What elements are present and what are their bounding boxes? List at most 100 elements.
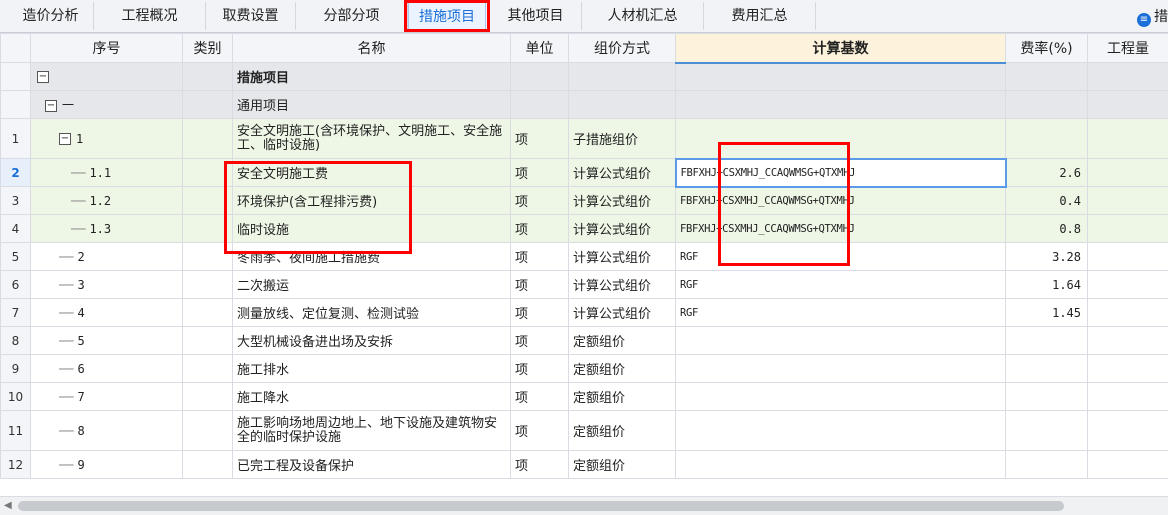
table-row[interactable]: 10 ── 7 施工降水 项 定额组价 bbox=[0, 382, 1168, 411]
method-cell[interactable]: 定额组价 bbox=[568, 326, 676, 355]
unit-cell[interactable]: 项 bbox=[510, 298, 569, 327]
method-cell[interactable]: 子措施组价 bbox=[568, 118, 676, 159]
tab-sub-items[interactable]: 分部分项 bbox=[296, 2, 408, 30]
collapse-icon[interactable]: − bbox=[59, 133, 71, 145]
collapse-icon[interactable]: − bbox=[45, 99, 57, 112]
seq-cell[interactable]: ── 3 bbox=[30, 270, 183, 299]
name-cell[interactable]: 安全文明施工费 bbox=[232, 158, 511, 187]
table-row[interactable]: 2 ── 1.1 安全文明施工费 项 计算公式组价 FBFXHJ+CSXMHJ_C… bbox=[0, 157, 1168, 188]
rate-cell[interactable] bbox=[1005, 90, 1088, 119]
horizontal-scrollbar[interactable]: ◀ bbox=[0, 496, 1168, 515]
seq-cell[interactable]: ── 7 bbox=[30, 382, 183, 411]
base-cell[interactable] bbox=[675, 62, 1006, 91]
name-cell[interactable]: 测量放线、定位复测、检测试验 bbox=[232, 298, 511, 327]
unit-cell[interactable]: 项 bbox=[510, 382, 569, 411]
col-unit[interactable]: 单位 bbox=[510, 33, 569, 63]
method-cell[interactable]: 计算公式组价 bbox=[568, 186, 676, 215]
table-row[interactable]: 9 ── 6 施工排水 项 定额组价 bbox=[0, 354, 1168, 383]
method-cell[interactable]: 定额组价 bbox=[568, 354, 676, 383]
name-cell[interactable]: 临时设施 bbox=[232, 214, 511, 243]
base-cell[interactable] bbox=[675, 118, 1006, 159]
type-cell[interactable] bbox=[182, 242, 233, 271]
col-method[interactable]: 组价方式 bbox=[568, 33, 676, 63]
table-row[interactable]: − 一 通用项目 bbox=[0, 90, 1168, 119]
table-row[interactable]: − 措施项目 bbox=[0, 62, 1168, 91]
type-cell[interactable] bbox=[182, 382, 233, 411]
unit-cell[interactable]: 项 bbox=[510, 354, 569, 383]
unit-cell[interactable]: 项 bbox=[510, 326, 569, 355]
seq-cell[interactable]: ── 8 bbox=[30, 410, 183, 451]
seq-cell[interactable]: − bbox=[30, 62, 183, 91]
method-cell[interactable]: 计算公式组价 bbox=[568, 270, 676, 299]
unit-cell[interactable]: 项 bbox=[510, 270, 569, 299]
table-row[interactable]: 3 ── 1.2 环境保护(含工程排污费) 项 计算公式组价 FBFXHJ+CSX… bbox=[0, 186, 1168, 215]
name-cell[interactable]: 措施项目 bbox=[232, 62, 511, 91]
unit-cell[interactable]: 项 bbox=[510, 186, 569, 215]
tab-cost-analysis[interactable]: 造价分析 bbox=[8, 2, 94, 30]
base-cell[interactable] bbox=[675, 354, 1006, 383]
qty-cell[interactable] bbox=[1087, 242, 1168, 271]
unit-cell[interactable]: 项 bbox=[510, 118, 569, 159]
name-cell[interactable]: 施工排水 bbox=[232, 354, 511, 383]
tab-project-overview[interactable]: 工程概况 bbox=[94, 2, 206, 30]
table-row[interactable]: 4 ── 1.3 临时设施 项 计算公式组价 FBFXHJ+CSXMHJ_CCAQ… bbox=[0, 214, 1168, 243]
qty-cell[interactable] bbox=[1087, 326, 1168, 355]
qty-cell[interactable] bbox=[1087, 354, 1168, 383]
col-seq[interactable]: 序号 bbox=[30, 33, 183, 63]
seq-cell[interactable]: ── 9 bbox=[30, 450, 183, 479]
tab-measure-items[interactable]: 措施项目 bbox=[408, 2, 486, 30]
unit-cell[interactable]: 项 bbox=[510, 158, 569, 187]
rate-cell[interactable] bbox=[1005, 326, 1088, 355]
seq-cell[interactable]: −1 bbox=[30, 118, 183, 159]
base-cell[interactable] bbox=[675, 326, 1006, 355]
base-cell[interactable] bbox=[675, 450, 1006, 479]
rate-cell[interactable] bbox=[1005, 410, 1088, 451]
type-cell[interactable] bbox=[182, 90, 233, 119]
rate-cell[interactable]: 0.4 bbox=[1005, 186, 1088, 215]
name-cell[interactable]: 施工降水 bbox=[232, 382, 511, 411]
tab-fee-settings[interactable]: 取费设置 bbox=[206, 2, 296, 30]
method-cell[interactable]: 计算公式组价 bbox=[568, 242, 676, 271]
seq-cell[interactable]: ── 6 bbox=[30, 354, 183, 383]
type-cell[interactable] bbox=[182, 118, 233, 159]
rate-cell[interactable]: 2.6 bbox=[1005, 158, 1088, 187]
seq-cell[interactable]: ── 4 bbox=[30, 298, 183, 327]
rate-cell[interactable] bbox=[1005, 62, 1088, 91]
unit-cell[interactable] bbox=[510, 90, 569, 119]
qty-cell[interactable] bbox=[1087, 118, 1168, 159]
type-cell[interactable] bbox=[182, 410, 233, 451]
method-cell[interactable]: 计算公式组价 bbox=[568, 298, 676, 327]
tab-labor-material-summary[interactable]: 人材机汇总 bbox=[582, 2, 704, 30]
table-row[interactable]: 1 −1 安全文明施工(含环境保护、文明施工、安全施工、临时设施) 项 子措施组… bbox=[0, 118, 1168, 159]
type-cell[interactable] bbox=[182, 450, 233, 479]
col-qty[interactable]: 工程量 bbox=[1087, 33, 1168, 63]
type-cell[interactable] bbox=[182, 326, 233, 355]
qty-cell[interactable] bbox=[1087, 158, 1168, 187]
name-cell[interactable]: 安全文明施工(含环境保护、文明施工、安全施工、临时设施) bbox=[232, 118, 511, 159]
table-row[interactable]: 5 ── 2 冬雨季、夜间施工措施费 项 计算公式组价 RGF 3.28 bbox=[0, 242, 1168, 271]
base-cell[interactable]: RGF bbox=[675, 298, 1006, 327]
method-cell[interactable]: 定额组价 bbox=[568, 450, 676, 479]
name-cell[interactable]: 环境保护(含工程排污费) bbox=[232, 186, 511, 215]
type-cell[interactable] bbox=[182, 354, 233, 383]
rate-cell[interactable] bbox=[1005, 382, 1088, 411]
type-cell[interactable] bbox=[182, 298, 233, 327]
rate-cell[interactable]: 0.8 bbox=[1005, 214, 1088, 243]
unit-cell[interactable] bbox=[510, 62, 569, 91]
qty-cell[interactable] bbox=[1087, 186, 1168, 215]
name-cell[interactable]: 冬雨季、夜间施工措施费 bbox=[232, 242, 511, 271]
base-cell-selected[interactable]: FBFXHJ+CSXMHJ_CCAQWMSG+QTXMHJ bbox=[674, 157, 1007, 188]
qty-cell[interactable] bbox=[1087, 382, 1168, 411]
base-cell[interactable]: RGF bbox=[675, 242, 1006, 271]
seq-cell[interactable]: ── 1.2 bbox=[30, 186, 183, 215]
qty-cell[interactable] bbox=[1087, 90, 1168, 119]
method-cell[interactable]: 计算公式组价 bbox=[568, 158, 676, 187]
type-cell[interactable] bbox=[182, 214, 233, 243]
rate-cell[interactable]: 1.45 bbox=[1005, 298, 1088, 327]
unit-cell[interactable]: 项 bbox=[510, 410, 569, 451]
base-cell[interactable]: FBFXHJ+CSXMHJ_CCAQWMSG+QTXMHJ bbox=[675, 214, 1006, 243]
unit-cell[interactable]: 项 bbox=[510, 242, 569, 271]
type-cell[interactable] bbox=[182, 186, 233, 215]
rate-cell[interactable] bbox=[1005, 354, 1088, 383]
method-cell[interactable]: 定额组价 bbox=[568, 410, 676, 451]
